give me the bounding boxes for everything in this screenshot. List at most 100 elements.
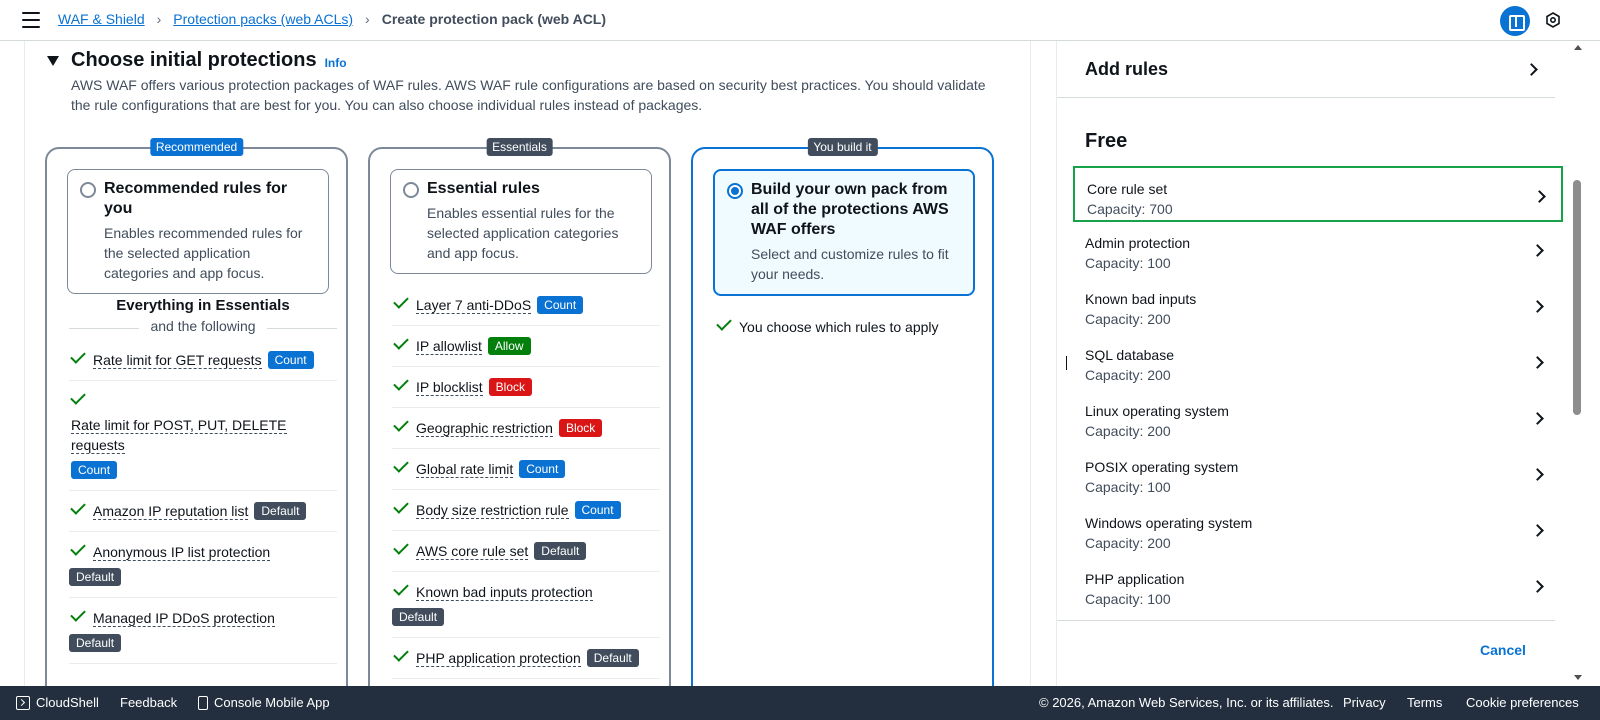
breadcrumb: WAF & Shield › Protection packs (web ACL… [58,11,606,27]
list-item: PHP application protection Default [392,638,660,679]
rule-list-custom: You choose which rules to apply [715,307,983,348]
badge-essentials: Essentials [486,138,553,156]
list-item: IP allowlist Allow [392,326,660,367]
rule-label[interactable]: Geographic restriction [416,420,553,437]
rule-item-core-rule-set[interactable]: Core rule set Capacity: 700 [1073,166,1563,222]
rule-item-admin-protection[interactable]: Admin protection Capacity: 100 [1073,222,1563,278]
rule-label[interactable]: Rate limit for POST, PUT, DELETE request… [71,417,287,454]
option-title: Recommended rules for you [104,180,288,217]
menu-icon[interactable] [22,12,40,28]
rule-label[interactable]: Anonymous IP list protection [93,544,271,561]
check-icon [70,606,86,622]
tag-badge: Default [69,634,122,652]
check-icon [716,315,732,331]
add-rules-header[interactable]: Add rules [1057,41,1555,98]
breadcrumb-waf-shield[interactable]: WAF & Shield [58,11,145,27]
chevron-right-icon: › [156,11,162,27]
rule-item-php-application[interactable]: PHP application Capacity: 100 [1073,558,1563,614]
cloudshell-label: CloudShell [36,695,99,710]
check-icon [70,540,86,556]
scrollbar-thumb[interactable] [1573,180,1581,415]
tag-badge: Allow [487,337,531,355]
rule-item-windows-os[interactable]: Windows operating system Capacity: 200 [1073,502,1563,558]
panel-divider [1057,620,1555,621]
breadcrumb-protection-packs[interactable]: Protection packs (web ACLs) [173,11,353,27]
badge-you-build-it: You build it [807,138,878,156]
rule-label[interactable]: Global rate limit [416,461,514,478]
radio-custom[interactable] [727,183,743,199]
check-icon [70,499,86,515]
rule-label[interactable]: Layer 7 anti-DDoS [416,297,532,314]
privacy-label: Privacy [1343,695,1386,710]
cancel-button[interactable]: Cancel [1480,642,1526,658]
tag-badge: Default [586,649,639,667]
rule-label[interactable]: Known bad inputs protection [416,584,593,601]
rule-item-linux-os[interactable]: Linux operating system Capacity: 200 [1073,390,1563,446]
everything-in-essentials: Everything in Essentials [116,297,290,314]
list-item: AWS core rule set Default [392,531,660,572]
option-custom[interactable]: Build your own pack from all of the prot… [713,169,975,296]
rule-name: Known bad inputs [1085,291,1197,307]
rule-name: Windows operating system [1085,515,1253,531]
rule-item-known-bad-inputs[interactable]: Known bad inputs Capacity: 200 [1073,278,1563,334]
rule-name: POSIX operating system [1085,459,1239,475]
privacy-link[interactable]: Privacy [1343,695,1386,710]
mobile-app-label: Console Mobile App [214,695,330,710]
settings-hex-icon[interactable] [1545,12,1561,28]
text-cursor [1066,356,1067,370]
option-description: Enables recommended rules for the select… [104,225,303,281]
rule-label[interactable]: AWS core rule set [416,543,529,560]
option-description: Enables essential rules for the selected… [427,205,619,261]
chevron-right-icon[interactable] [1525,63,1538,76]
list-item: Geographic restriction Block [392,408,660,449]
rule-label[interactable]: Managed IP DDoS protection [93,610,275,627]
tag-badge: Count [267,351,314,369]
feedback-label: Feedback [120,695,178,710]
radio-recommended[interactable] [80,182,96,198]
chevron-right-icon [1531,468,1544,481]
tag-badge: Default [254,502,307,520]
copyright: © 2026, Amazon Web Services, Inc. or its… [1039,695,1334,710]
terms-link[interactable]: Terms [1407,695,1442,710]
rule-item-sql-database[interactable]: SQL database Capacity: 200 [1073,334,1563,390]
cloudshell-button[interactable]: CloudShell [16,695,99,710]
rule-capacity: Capacity: 700 [1087,201,1173,217]
footer: CloudShell Feedback Console Mobile App ©… [0,686,1600,720]
tag-badge: Default [534,542,587,560]
rule-label[interactable]: IP allowlist [416,338,482,355]
option-title: Build your own pack from all of the prot… [751,181,949,238]
rule-label[interactable]: IP blocklist [416,379,483,396]
rule-label[interactable]: Amazon IP reputation list [93,503,249,520]
rule-item-posix-os[interactable]: POSIX operating system Capacity: 100 [1073,446,1563,502]
scroll-down-arrow-icon[interactable] [1574,675,1582,680]
mobile-app-link[interactable]: Console Mobile App [198,695,330,710]
feedback-link[interactable]: Feedback [120,695,177,710]
cookie-preferences-link[interactable]: Cookie preferences [1466,695,1579,710]
section-title: Choose initial protections [71,49,317,71]
option-essentials[interactable]: Essential rules Enables essential rules … [390,169,652,274]
option-title: Essential rules [427,180,540,197]
split-panel-toggle-icon[interactable] [1500,6,1530,36]
rule-name: Core rule set [1087,181,1168,197]
pack-essentials: Essentials Essential rules Enables essen… [368,138,671,686]
option-recommended[interactable]: Recommended rules for you Enables recomm… [67,169,329,294]
radio-essentials[interactable] [403,182,419,198]
rule-label[interactable]: Body size restriction rule [416,502,569,519]
and-the-following: and the following [69,318,337,334]
main-content: Choose initial protections Info AWS WAF … [24,41,1031,686]
tag-badge: Count [519,460,566,478]
rule-capacity: Capacity: 200 [1085,367,1171,383]
rule-name: SQL database [1085,347,1174,363]
add-rules-title: Add rules [1085,59,1169,79]
terminal-icon [16,695,30,710]
rule-label[interactable]: PHP application protection [416,650,581,667]
caret-down-icon[interactable] [47,55,59,66]
rule-label[interactable]: Rate limit for GET requests [93,352,262,369]
rule-capacity: Capacity: 200 [1085,535,1171,551]
list-item: Body size restriction rule Count [392,490,660,531]
rule-capacity: Capacity: 100 [1085,255,1171,271]
list-item: Global rate limit Count [392,449,660,490]
badge-recommended: Recommended [149,138,244,156]
scroll-up-arrow-icon[interactable] [1574,45,1582,50]
info-link[interactable]: Info [325,56,347,70]
